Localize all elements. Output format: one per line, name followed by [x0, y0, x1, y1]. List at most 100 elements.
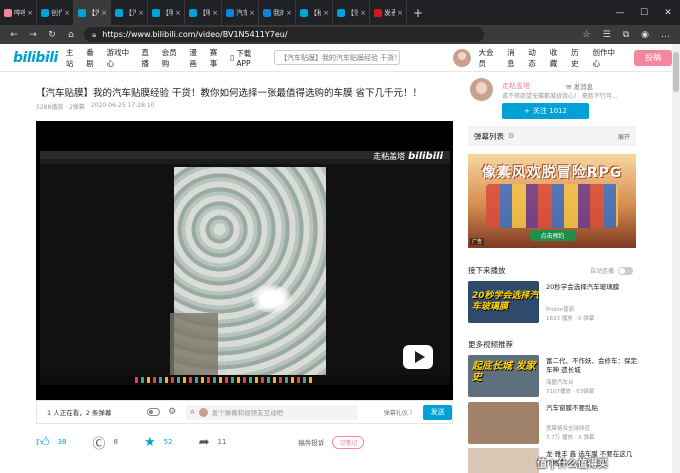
video-title[interactable]: 汽车窗膜不要乱贴: [546, 404, 638, 413]
bilibili-logo[interactable]: bilibili: [13, 50, 58, 66]
star-icon[interactable]: ☆: [583, 30, 591, 40]
video-thumbnail[interactable]: 20秒学会选择汽车玻璃膜: [468, 281, 539, 323]
browser-tab[interactable]: 创作中×: [37, 0, 74, 25]
uploader-avatar[interactable]: [470, 78, 493, 101]
nav-vip[interactable]: 大会员: [479, 47, 501, 69]
refresh-icon[interactable]: ↻: [46, 30, 58, 40]
home-icon[interactable]: ⌂: [65, 30, 77, 40]
danmu-list-header[interactable]: 弹幕列表 ⚙ 展开: [468, 126, 636, 146]
video-author[interactable]: Prolim普丽: [546, 305, 574, 313]
close-icon[interactable]: ×: [323, 9, 329, 17]
minimize-icon[interactable]: —: [608, 8, 632, 18]
browser-tab[interactable]: 【领】×: [333, 0, 370, 25]
nav-esports[interactable]: 赛事: [210, 47, 224, 69]
play-icon[interactable]: [403, 345, 433, 369]
list-item[interactable]: 汽车窗膜不要乱贴 宽膜格及全球频道 7.7万 播放 · 5 弹幕: [468, 402, 638, 446]
ad-cta-button[interactable]: 点击预约: [529, 230, 576, 241]
nav-creator[interactable]: 创作中心: [593, 47, 622, 69]
uploader-name[interactable]: 走粘盖塔: [502, 81, 530, 91]
search-input[interactable]: 【汽车贴膜】我的汽车贴膜经验 干货！: [274, 50, 401, 65]
send-button[interactable]: 发送: [423, 404, 452, 420]
video-thumbnail[interactable]: [468, 448, 539, 473]
url-field[interactable]: 🔒︎ https://www.bilibili.com/video/BV1N54…: [84, 27, 484, 42]
like-button[interactable]: 👍︎ 38: [36, 435, 67, 450]
danmu-toggle[interactable]: [146, 408, 161, 416]
video-meta: 5288播放 · 2弹幕 2020-06-25 17:28:10: [36, 102, 155, 111]
download-app-link[interactable]: ▯ 下载APP: [230, 48, 264, 68]
browser-tab[interactable]: 【明星×: [185, 0, 222, 25]
message-link[interactable]: ✉ 发消息: [566, 81, 593, 91]
coin-button[interactable]: Ⓒ 8: [93, 433, 118, 452]
close-icon[interactable]: ×: [286, 9, 292, 17]
nav-messages[interactable]: 消息: [507, 47, 521, 69]
upload-button[interactable]: 投稿: [634, 49, 672, 66]
expand-link[interactable]: 展开: [618, 132, 630, 141]
complain-link[interactable]: 稿件投诉: [298, 437, 324, 447]
list-item[interactable]: 起底长城 发家史 富二代、不作妖、会修车：保定车神 遗长城 海盟汽车台 7107…: [468, 355, 638, 399]
video-title[interactable]: 20秒学会选择汽车玻璃膜: [546, 283, 638, 292]
nav-shop[interactable]: 会员购: [162, 47, 184, 69]
scrollbar[interactable]: [672, 44, 680, 473]
toggle-switch[interactable]: [618, 266, 634, 275]
video-player[interactable]: 走粘盖塔 bilibili: [36, 121, 453, 400]
follow-button[interactable]: + 关注 1012: [502, 103, 589, 119]
favorite-button[interactable]: ★ 52: [144, 435, 173, 450]
close-window-icon[interactable]: ✕: [656, 8, 680, 18]
browser-tab[interactable]: 我的收×: [259, 0, 296, 25]
danmu-input[interactable]: A 发个弹幕和视频友互动吧: [186, 404, 358, 420]
browser-tab[interactable]: 哔哩哔×: [0, 0, 37, 25]
film-sample-image: [170, 167, 326, 375]
text-format-icon[interactable]: A: [190, 408, 194, 416]
browser-tab[interactable]: 发表新×: [370, 0, 407, 25]
video-author[interactable]: 宽膜格及全球频道: [546, 424, 590, 432]
scrollbar-thumb[interactable]: [673, 52, 679, 92]
nav-anime[interactable]: 番剧: [86, 47, 100, 69]
new-tab-button[interactable]: +: [407, 6, 429, 20]
video-frame: [40, 151, 450, 385]
back-icon[interactable]: ←: [8, 30, 20, 40]
close-icon[interactable]: ×: [175, 9, 181, 17]
forward-icon[interactable]: →: [27, 30, 39, 40]
close-icon[interactable]: ×: [64, 9, 70, 17]
video-author[interactable]: 海盟汽车台: [546, 378, 574, 386]
video-title[interactable]: 富二代、不作妖、会修车：保定车神 遗长城: [546, 357, 638, 375]
thumbs-up-icon: 👍︎: [36, 434, 50, 450]
share-button[interactable]: ➦ 11: [199, 435, 227, 450]
video-thumbnail[interactable]: 起底长城 发家史: [468, 355, 539, 397]
favicon-icon: [152, 8, 160, 17]
close-icon[interactable]: ×: [138, 9, 144, 17]
nav-main[interactable]: 主站: [66, 47, 80, 69]
collections-icon[interactable]: ⧉: [623, 30, 629, 40]
nav-history[interactable]: 历史: [571, 47, 585, 69]
close-icon[interactable]: ×: [397, 9, 403, 17]
close-icon[interactable]: ×: [27, 9, 33, 17]
profile-icon[interactable]: ◉: [641, 30, 649, 40]
list-item[interactable]: 20秒学会选择汽车玻璃膜 20秒学会选择汽车玻璃膜 Prolim普丽 1693 …: [468, 281, 638, 325]
nav-games[interactable]: 游戏中心: [107, 47, 136, 69]
top-nav: 主站 番剧 游戏中心 直播 会员购 漫画 赛事 ▯ 下载APP: [66, 47, 264, 69]
browser-tab[interactable]: 【秘】×: [296, 0, 333, 25]
favorites-icon[interactable]: ☰: [603, 30, 611, 40]
avatar[interactable]: [453, 48, 471, 67]
note-button[interactable]: 记笔记: [332, 435, 365, 449]
browser-tab[interactable]: 【明星×: [148, 0, 185, 25]
danmu-etiquette-link[interactable]: 弹幕礼仪 〉: [384, 408, 416, 417]
gear-icon[interactable]: ⚙: [168, 407, 176, 417]
nav-live[interactable]: 直播: [141, 47, 155, 69]
settings-icon[interactable]: ⚙: [508, 132, 514, 140]
nav-favorites[interactable]: 收藏: [550, 47, 564, 69]
nav-dynamic[interactable]: 动态: [528, 47, 542, 69]
browser-tab-active[interactable]: 【汽车×: [74, 0, 111, 25]
close-icon[interactable]: ×: [360, 9, 366, 17]
ad-banner[interactable]: 像素风欢脱冒险RPG 点击预约 广告: [468, 154, 636, 248]
browser-tab[interactable]: 【汽车×: [111, 0, 148, 25]
close-icon[interactable]: ×: [101, 9, 107, 17]
video-thumbnail[interactable]: [468, 402, 539, 444]
nav-manga[interactable]: 漫画: [189, 47, 203, 69]
maximize-icon[interactable]: ☐: [632, 8, 656, 18]
close-icon[interactable]: ×: [249, 9, 255, 17]
close-icon[interactable]: ×: [212, 9, 218, 17]
browser-tab[interactable]: 汽车》×: [222, 0, 259, 25]
autoplay-toggle[interactable]: 自动连播: [590, 266, 634, 275]
more-icon[interactable]: …: [661, 30, 670, 40]
